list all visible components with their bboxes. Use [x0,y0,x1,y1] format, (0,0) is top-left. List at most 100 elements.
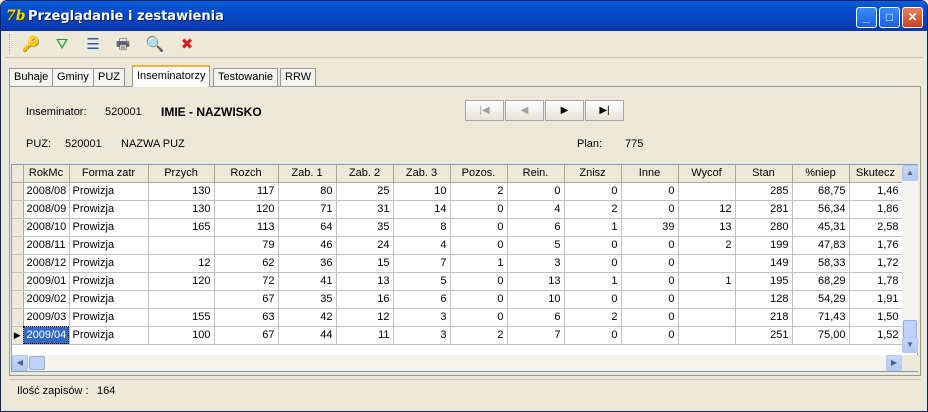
table-cell[interactable]: 1,46 [849,182,903,201]
table-cell[interactable]: 14 [393,200,451,219]
column-header[interactable]: Przych [148,165,215,183]
table-cell[interactable]: 5 [507,236,565,255]
tab-buhaje[interactable]: Buhaje [9,68,54,86]
table-cell[interactable]: 54,29 [792,290,850,309]
table-cell[interactable]: 165 [148,218,215,237]
table-cell[interactable]: 0 [621,290,679,309]
maximize-button[interactable]: □ [879,7,900,28]
table-cell[interactable]: 0 [621,236,679,255]
table-cell[interactable]: 251 [735,326,793,345]
table-cell[interactable]: 1,76 [849,236,903,255]
table-cell[interactable]: 280 [735,218,793,237]
table-cell[interactable]: 128 [735,290,793,309]
table-cell[interactable]: 130 [148,182,215,201]
table-cell[interactable]: 56,34 [792,200,850,219]
table-cell[interactable]: 0 [621,326,679,345]
row-indicator[interactable] [12,254,24,273]
table-cell[interactable]: 4 [507,200,565,219]
table-cell[interactable]: 155 [148,308,215,327]
column-header[interactable]: Rozch [214,165,279,183]
table-cell[interactable]: 2009/01 [23,272,70,291]
table-row[interactable]: 2008/08 Prowizja 130 117 80 25 10 2 0 0 0 285 68,75 1… [12,182,903,201]
table-cell[interactable]: 1,78 [849,272,903,291]
table-cell[interactable]: 13 [336,272,394,291]
table-cell[interactable]: 0 [450,272,508,291]
table-cell[interactable]: Prowizja [69,200,149,219]
table-cell[interactable]: 6 [393,290,451,309]
row-indicator[interactable] [12,200,24,219]
table-row[interactable]: 2008/09 Prowizja 130 120 71 31 14 0 4 2 0 12 281 56,3… [12,200,903,219]
table-cell[interactable]: 0 [564,290,622,309]
table-cell[interactable]: 15 [336,254,394,273]
table-cell[interactable]: 10 [507,290,565,309]
column-header[interactable]: Inne [621,165,679,183]
table-cell[interactable]: 281 [735,200,793,219]
table-cell[interactable]: 13 [507,272,565,291]
table-row[interactable]: 2008/11 Prowizja 79 46 24 4 0 5 0 0 2 199 47,83 1,76 [12,236,903,255]
table-cell[interactable]: 62 [214,254,279,273]
table-row[interactable]: 2009/01 Prowizja 120 72 41 13 5 0 13 1 0 1 195 68,29 1… [12,272,903,291]
row-indicator[interactable] [12,272,24,291]
table-row[interactable]: 2008/10 Prowizja 165 113 64 35 8 0 6 1 39 13 280 45,3… [12,218,903,237]
table-cell[interactable]: 2,58 [849,218,903,237]
vertical-scrollbar[interactable]: ▲ ▼ [902,165,918,353]
table-cell[interactable]: 3 [393,308,451,327]
tab-gminy[interactable]: Gminy [52,68,94,86]
scroll-right-button[interactable]: ▶ [886,355,902,371]
table-cell[interactable]: Prowizja [69,218,149,237]
minimize-button[interactable]: _ [856,7,877,28]
table-cell[interactable]: 2008/09 [23,200,70,219]
table-cell[interactable]: 8 [393,218,451,237]
table-cell[interactable]: 24 [336,236,394,255]
table-cell[interactable]: 120 [214,200,279,219]
table-cell[interactable]: 4 [393,236,451,255]
table-cell[interactable]: 195 [735,272,793,291]
table-cell[interactable]: 1,72 [849,254,903,273]
column-header[interactable]: Pozos. [450,165,508,183]
tab-puz[interactable]: PUZ [93,68,125,86]
tab-testowanie[interactable]: Testowanie [213,68,279,86]
row-indicator[interactable] [12,182,24,201]
column-header[interactable]: Wycof [678,165,736,183]
table-cell[interactable]: 100 [148,326,215,345]
filter-icon[interactable]: ⛛ [51,34,73,56]
table-cell[interactable]: 39 [621,218,679,237]
table-cell[interactable]: 285 [735,182,793,201]
table-cell[interactable] [148,290,215,309]
table-cell[interactable]: 0 [564,326,622,345]
close-window-icon[interactable]: ✖ [176,34,198,56]
table-cell[interactable]: 0 [621,254,679,273]
table-cell[interactable]: 12 [148,254,215,273]
table-cell[interactable]: 35 [278,290,337,309]
table-cell[interactable]: Prowizja [69,182,149,201]
table-cell[interactable]: 45,31 [792,218,850,237]
table-cell[interactable]: 16 [336,290,394,309]
table-cell[interactable]: 0 [564,236,622,255]
table-cell[interactable]: 1,50 [849,308,903,327]
table-cell[interactable]: 68,29 [792,272,850,291]
last-record-button[interactable]: ▶| [585,100,624,121]
scroll-down-button[interactable]: ▼ [902,337,918,353]
row-indicator[interactable] [12,218,24,237]
table-cell[interactable]: 41 [278,272,337,291]
tab-inseminatorzy[interactable]: Inseminatorzy [132,65,211,87]
horizontal-scroll-thumb[interactable] [29,356,45,370]
table-row[interactable]: 2009/02 Prowizja 67 35 16 6 0 10 0 0 128 54,29 1,91 [12,290,903,309]
table-cell[interactable]: 2008/10 [23,218,70,237]
table-cell[interactable]: 46 [278,236,337,255]
preview-icon[interactable]: 🔍 [144,34,166,56]
table-cell[interactable]: 11 [336,326,394,345]
table-cell[interactable]: 58,33 [792,254,850,273]
column-header[interactable]: RokMc [23,165,70,183]
table-cell[interactable]: 0 [507,182,565,201]
table-cell[interactable]: 1 [564,218,622,237]
row-indicator[interactable] [12,236,24,255]
table-cell[interactable]: 0 [450,236,508,255]
table-cell[interactable]: 0 [450,308,508,327]
table-cell[interactable] [678,308,736,327]
title-bar[interactable]: 7b Przeglądanie i zestawienia _ □ ✕ [1,1,927,31]
table-cell[interactable]: 44 [278,326,337,345]
table-cell[interactable]: 67 [214,290,279,309]
row-indicator[interactable]: ▶ [12,326,24,345]
table-cell[interactable]: 75,00 [792,326,850,345]
